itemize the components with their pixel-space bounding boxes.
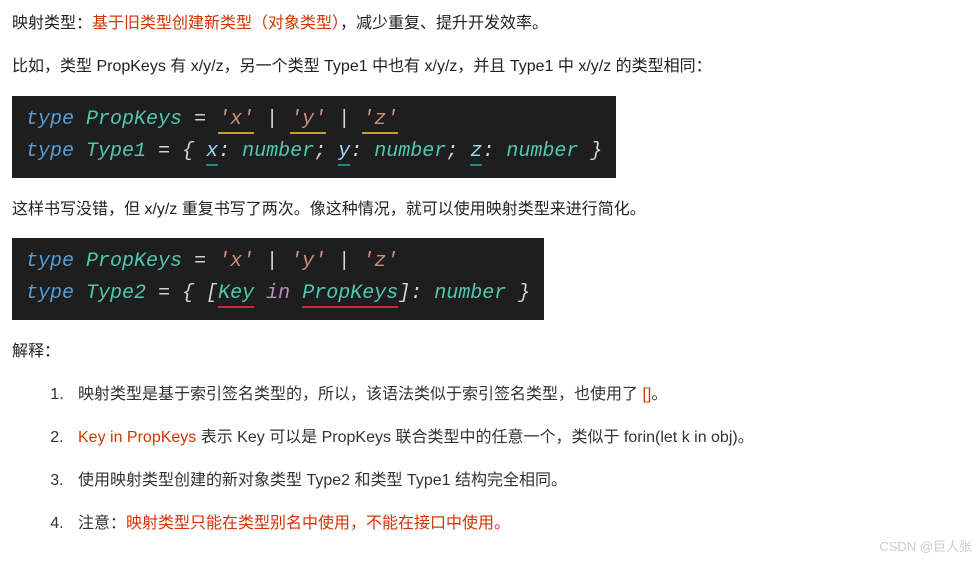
eq: = [158, 140, 170, 163]
intro-post: ，减少重复、提升开发效率。 [340, 15, 548, 32]
kw-type: type [26, 140, 74, 163]
rbrace: } [590, 140, 602, 163]
paragraph-example-intro: 比如，类型 PropKeys 有 x/y/z，另一个类型 Type1 中也有 x… [12, 53, 968, 82]
type-type1: Type1 [86, 140, 146, 163]
intro-red: 基于旧类型创建新类型（对象类型） [92, 15, 340, 32]
semi: ; [446, 140, 458, 163]
label-mapping-type: 映射类型： [12, 15, 92, 32]
paragraph-explain-label: 解释： [12, 338, 968, 367]
lbrace: { [182, 282, 194, 305]
kw-type: type [26, 282, 74, 305]
li2-a: Key in PropKeys [78, 429, 196, 446]
li1-a: 映射类型是基于索引签名类型的，所以，该语法类似于索引签名类型，也使用了 [78, 386, 642, 403]
kw-type: type [26, 250, 74, 273]
str-x: 'x' [218, 250, 254, 273]
code-block-1: type PropKeys = 'x' | 'y' | 'z' type Typ… [12, 96, 616, 178]
str-y: 'y' [290, 108, 326, 134]
explanation-list: 映射类型是基于索引签名类型的，所以，该语法类似于索引签名类型，也使用了 []。 … [12, 381, 968, 538]
type-type2: Type2 [86, 282, 146, 305]
list-item: 注意：映射类型只能在类型别名中使用，不能在接口中使用。 [68, 510, 968, 539]
type-propkeys: PropKeys [86, 250, 182, 273]
type-number: number [374, 140, 446, 163]
list-item: 映射类型是基于索引签名类型的，所以，该语法类似于索引签名类型，也使用了 []。 [68, 381, 968, 410]
list-item: 使用映射类型创建的新对象类型 Type2 和类型 Type1 结构完全相同。 [68, 467, 968, 496]
kw-type: type [26, 108, 74, 131]
list-item: Key in PropKeys 表示 Key 可以是 PropKeys 联合类型… [68, 424, 968, 453]
li1-b: [] [642, 386, 651, 403]
lbracket: [ [206, 282, 218, 305]
type-number: number [434, 282, 506, 305]
rbracket: ] [398, 282, 410, 305]
type-number: number [506, 140, 578, 163]
paragraph-simplify: 这样书写没错，但 x/y/z 重复书写了两次。像这种情况，就可以使用映射类型来进… [12, 196, 968, 225]
str-x: 'x' [218, 108, 254, 134]
colon: : [482, 140, 494, 163]
eq: = [158, 282, 170, 305]
paragraph-intro: 映射类型：基于旧类型创建新类型（对象类型），减少重复、提升开发效率。 [12, 10, 968, 39]
str-z: 'z' [362, 250, 398, 273]
kw-in: in [266, 282, 290, 305]
li4-b: 映射类型只能在类型别名中使用，不能在接口中使用。 [126, 515, 510, 532]
li1-c: 。 [651, 386, 667, 403]
prop-x: x [206, 140, 218, 166]
eq: = [194, 250, 206, 273]
prop-y: y [338, 140, 350, 166]
rbrace: } [518, 282, 530, 305]
key-var: Key [218, 282, 254, 308]
colon: : [350, 140, 362, 163]
code-block-2: type PropKeys = 'x' | 'y' | 'z' type Typ… [12, 238, 544, 320]
li4-a: 注意： [78, 515, 126, 532]
str-z: 'z' [362, 108, 398, 134]
pipe: | [266, 108, 278, 131]
type-number: number [242, 140, 314, 163]
pipe: | [338, 250, 350, 273]
pipe: | [338, 108, 350, 131]
lbrace: { [182, 140, 194, 163]
eq: = [194, 108, 206, 131]
pipe: | [266, 250, 278, 273]
type-propkeys: PropKeys [86, 108, 182, 131]
str-y: 'y' [290, 250, 326, 273]
watermark: CSDN @巨人张 [879, 535, 972, 558]
colon: : [410, 282, 422, 305]
prop-z: z [470, 140, 482, 166]
li2-b: 表示 Key 可以是 PropKeys 联合类型中的任意一个，类似于 forin… [196, 429, 753, 446]
semi: ; [314, 140, 326, 163]
colon: : [218, 140, 230, 163]
li3: 使用映射类型创建的新对象类型 Type2 和类型 Type1 结构完全相同。 [78, 472, 567, 489]
type-propkeys-ref: PropKeys [302, 282, 398, 308]
